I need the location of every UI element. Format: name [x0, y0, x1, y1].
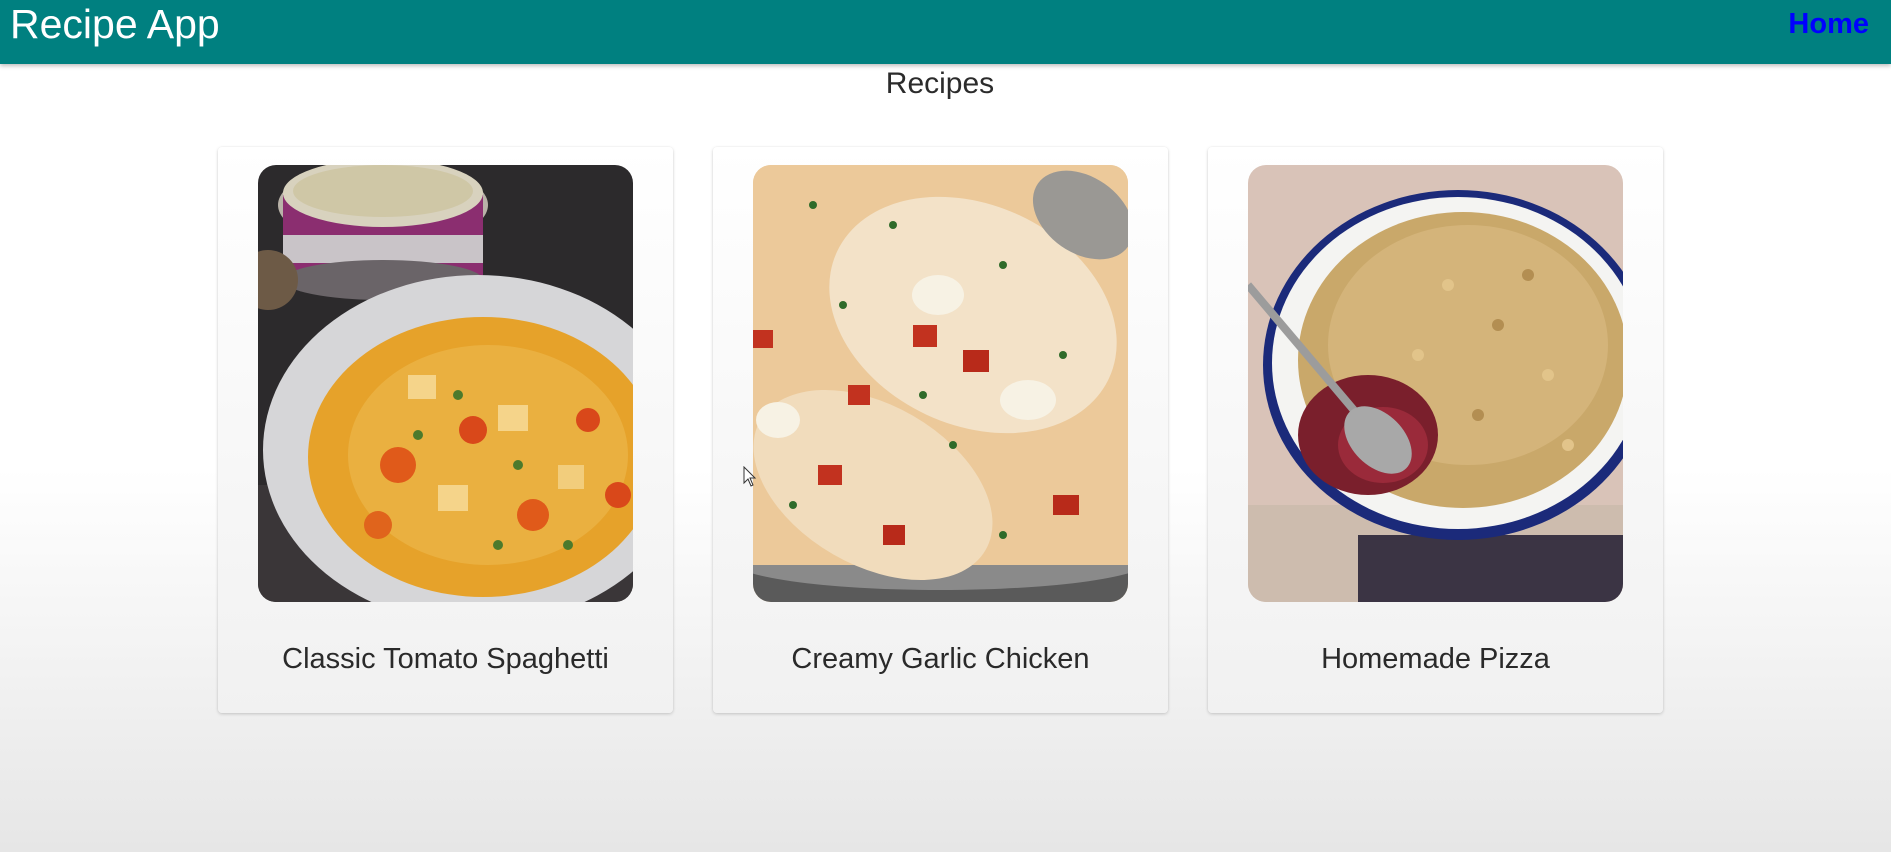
recipe-title: Classic Tomato Spaghetti [282, 643, 609, 675]
mouse-cursor-icon [743, 466, 757, 487]
recipe-image [258, 165, 633, 602]
top-navbar: Recipe App Home [0, 0, 1891, 64]
app-title: Recipe App [10, 1, 220, 47]
recipe-title: Homemade Pizza [1321, 643, 1550, 675]
recipe-image [753, 165, 1128, 602]
recipe-card[interactable]: Homemade Pizza [1208, 147, 1663, 713]
recipe-card[interactable]: Creamy Garlic Chicken [713, 147, 1168, 713]
recipe-title: Creamy Garlic Chicken [791, 643, 1090, 675]
home-link[interactable]: Home [1788, 6, 1869, 42]
page-title: Recipes [885, 67, 995, 100]
recipe-image [1248, 165, 1623, 602]
recipe-card[interactable]: Classic Tomato Spaghetti [218, 147, 673, 713]
